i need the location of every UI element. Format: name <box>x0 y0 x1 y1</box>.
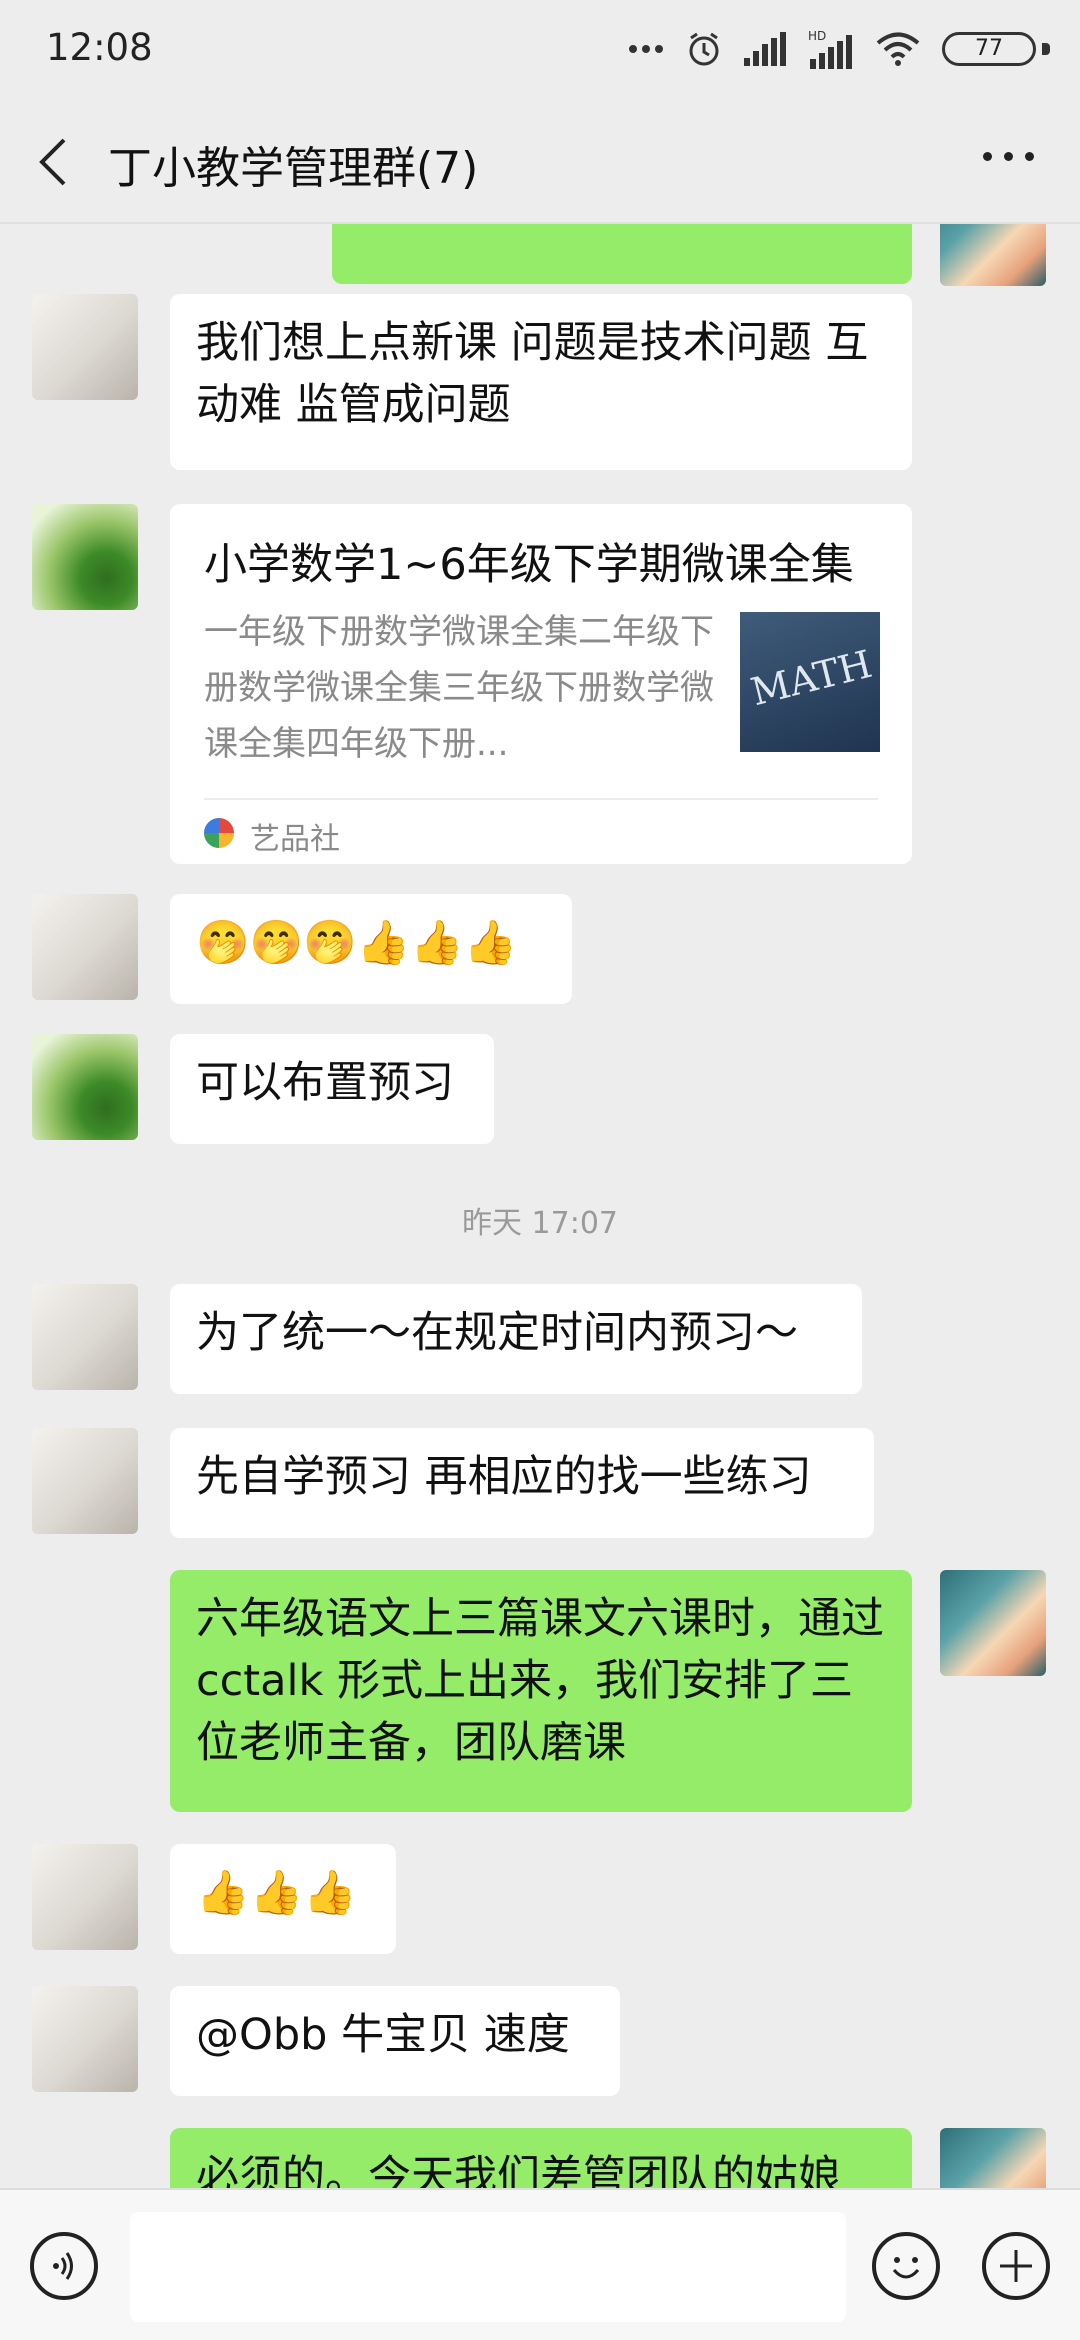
message-input[interactable] <box>130 2212 846 2322</box>
message-bubble[interactable]: 我们想上点新课 问题是技术问题 互动难 监管成问题 <box>170 294 912 470</box>
input-bar <box>0 2188 1080 2340</box>
avatar[interactable] <box>32 294 138 400</box>
battery-icon: 77 <box>942 28 1050 70</box>
voice-icon[interactable] <box>30 2232 98 2300</box>
more-dots-icon <box>629 45 663 53</box>
avatar[interactable] <box>32 1844 138 1950</box>
message-bubble-self[interactable]: 必须的。今天我们差管团队的姑娘 <box>170 2128 912 2188</box>
message-list[interactable]: 我们想上点新课 问题是技术问题 互动难 监管成问题 小学数学1~6年级下学期微课… <box>0 224 1080 2188</box>
time-separator: 昨天 17:07 <box>462 1206 618 1241</box>
card-thumbnail-text: MATH <box>746 641 877 715</box>
back-icon[interactable] <box>34 136 74 188</box>
avatar-self[interactable] <box>940 224 1046 286</box>
emoji-icon[interactable] <box>872 2232 940 2300</box>
message-bubble[interactable]: 为了统一～在规定时间内预习～ <box>170 1284 862 1394</box>
card-title: 小学数学1~6年级下学期微课全集 <box>204 540 854 590</box>
message-bubble-self[interactable] <box>332 224 912 284</box>
signal-icon <box>744 32 786 66</box>
signal-hd-icon: HD <box>808 29 852 69</box>
avatar-self[interactable] <box>940 1570 1046 1676</box>
more-icon[interactable] <box>983 152 1034 161</box>
message-bubble[interactable]: 👍👍👍 <box>170 1844 396 1954</box>
status-icons: HD 77 <box>628 28 1050 70</box>
chat-header: 丁小教学管理群(7) <box>0 100 1080 224</box>
avatar[interactable] <box>32 1986 138 2092</box>
source-logo-icon <box>204 818 234 848</box>
card-description: 一年级下册数学微课全集二年级下册数学微课全集三年级下册数学微课全集四年级下册..… <box>204 612 714 764</box>
avatar[interactable] <box>32 1284 138 1390</box>
plus-icon[interactable] <box>982 2232 1050 2300</box>
svg-text:HD: HD <box>808 29 826 43</box>
card-thumbnail: MATH <box>740 612 880 752</box>
avatar[interactable] <box>32 1034 138 1140</box>
message-bubble[interactable]: 先自学预习 再相应的找一些练习 <box>170 1428 874 1538</box>
battery-level: 77 <box>975 36 1003 61</box>
avatar-self[interactable] <box>940 2128 1046 2188</box>
avatar[interactable] <box>32 894 138 1000</box>
avatar[interactable] <box>32 504 138 610</box>
status-time: 12:08 <box>46 26 153 69</box>
status-bar: 12:08 HD 77 <box>0 0 1080 100</box>
card-divider <box>204 798 878 800</box>
alarm-icon <box>689 32 719 66</box>
card-source: 艺品社 <box>250 822 340 857</box>
message-bubble[interactable]: 可以布置预习 <box>170 1034 494 1144</box>
wifi-icon <box>876 32 920 66</box>
message-bubble[interactable]: @Obb 牛宝贝 速度 <box>170 1986 620 2096</box>
link-card[interactable]: 小学数学1~6年级下学期微课全集 一年级下册数学微课全集二年级下册数学微课全集三… <box>170 504 912 864</box>
message-bubble-self[interactable]: 六年级语文上三篇课文六课时，通过 cctalk 形式上出来，我们安排了三位老师主… <box>170 1570 912 1812</box>
chat-title: 丁小教学管理群(7) <box>108 143 479 194</box>
message-bubble[interactable]: 🤭🤭🤭👍👍👍 <box>170 894 572 1004</box>
avatar[interactable] <box>32 1428 138 1534</box>
